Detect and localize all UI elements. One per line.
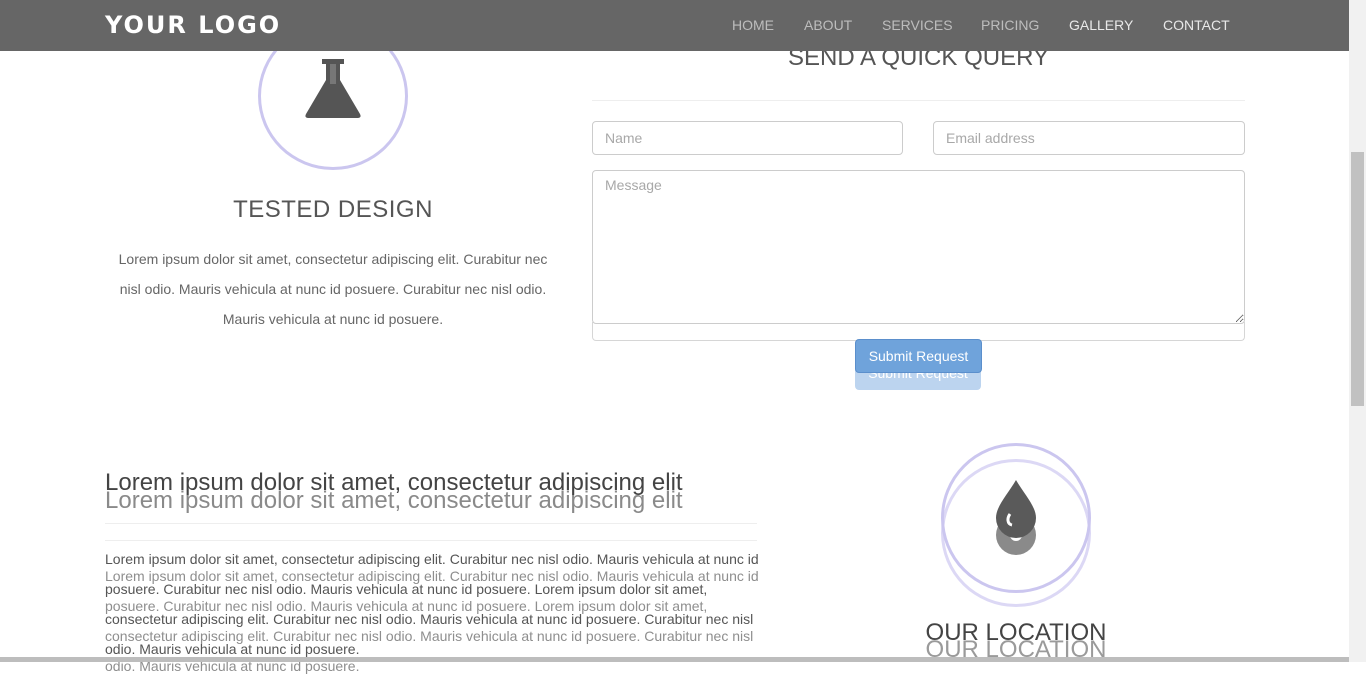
email-input[interactable] [933, 121, 1245, 155]
nav-link-contact[interactable]: CONTACT [1163, 17, 1230, 33]
flask-icon [305, 59, 361, 118]
about-divider-ghost [105, 540, 757, 541]
nav-link-home[interactable]: HOME [732, 17, 774, 33]
submit-request-button[interactable]: Submit Request [855, 339, 982, 373]
nav-link-gallery[interactable]: GALLERY [1069, 17, 1133, 33]
location-title: OUR LOCATION [925, 619, 1107, 646]
nav-link-services[interactable]: SERVICES [882, 17, 953, 33]
name-input[interactable] [592, 121, 903, 155]
nav-link-about[interactable]: ABOUT [804, 17, 852, 33]
top-navbar: YOUR LOGO HOME ABOUT SERVICES PRICING GA… [0, 0, 1349, 51]
water-drop-icon [996, 480, 1036, 538]
nav-link-pricing[interactable]: PRICING [981, 17, 1039, 33]
form-divider [592, 100, 1245, 101]
scrollbar-thumb[interactable] [1351, 152, 1364, 406]
site-logo[interactable]: YOUR LOGO [105, 11, 281, 39]
about-heading: Lorem ipsum dolor sit amet, consectetur … [105, 469, 683, 496]
feature-description: Lorem ipsum dolor sit amet, consectetur … [118, 251, 548, 327]
message-textarea[interactable] [592, 170, 1245, 324]
about-text: Lorem ipsum dolor sit amet, consectetur … [105, 551, 759, 657]
page-bottom-edge [0, 657, 1349, 662]
feature-title: TESTED DESIGN [233, 196, 433, 223]
about-divider [105, 523, 757, 524]
